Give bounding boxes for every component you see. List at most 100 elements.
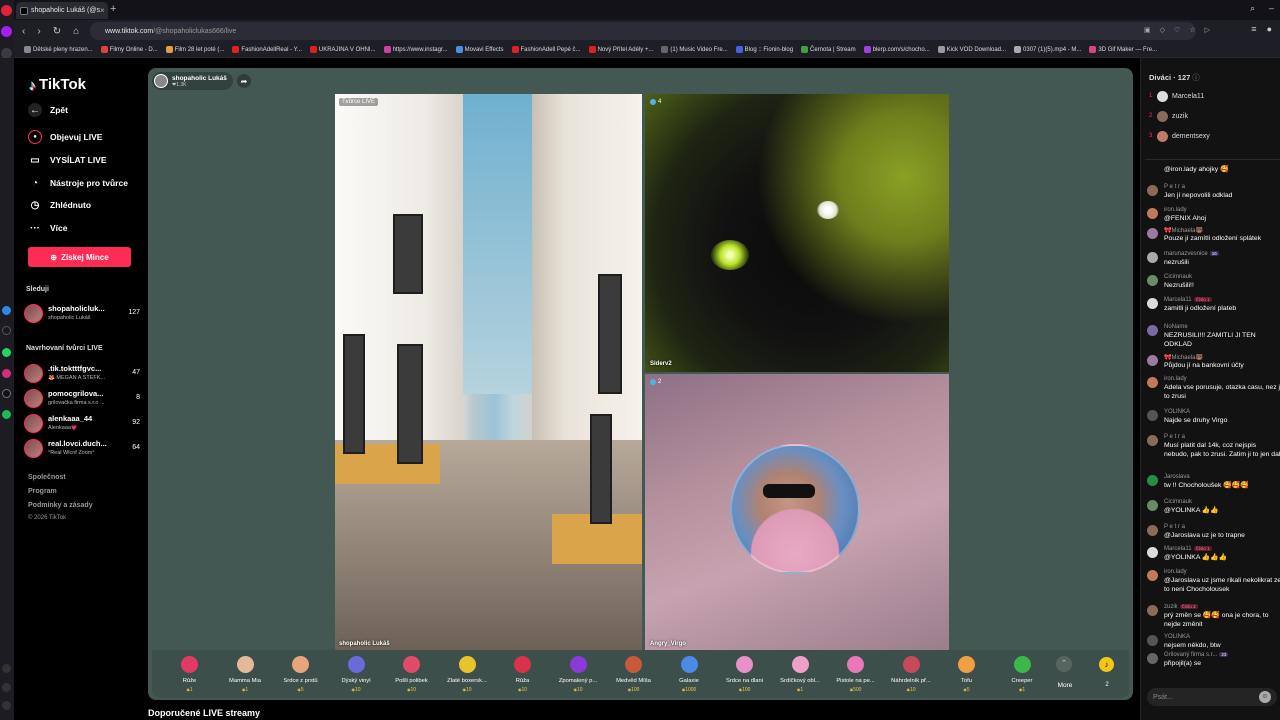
suggested-item[interactable]: .tik.toktttfgvc... 🦊 MEGAN A ŠTEFK... 47	[24, 363, 146, 385]
bookmark-item[interactable]: (1) Music Video Fre...	[661, 46, 728, 53]
bookmark-item[interactable]: Kick VOD Download...	[937, 46, 1006, 53]
minimize-icon[interactable]: –	[1269, 3, 1274, 14]
chat-username[interactable]: iron.lady	[1164, 569, 1187, 575]
coin-balance[interactable]: ♪ 2	[1092, 650, 1122, 698]
suggested-item[interactable]: alenkaaa_44 Alenkaaa💗 92	[24, 413, 146, 435]
bookmark-item[interactable]: FashionAdell Pepé č...	[511, 46, 581, 53]
chat-username[interactable]: 🎀Michaela🐻	[1164, 354, 1203, 361]
bookmark-icon[interactable]: ☆	[1189, 26, 1195, 34]
chat-username[interactable]: Grilovaný firma s.r... 23	[1164, 652, 1229, 658]
gift-item[interactable]: Medvěd Míša ◉100	[606, 650, 662, 698]
search-tabs-icon[interactable]: ⌕	[1250, 3, 1255, 14]
chat-username[interactable]: Cicimnauk	[1164, 499, 1192, 505]
sidebar-item-go-live[interactable]: ▭ VYSÍLAT LIVE	[28, 153, 106, 167]
top-viewer[interactable]: 1 Marcela11	[1149, 89, 1204, 103]
more-gifts-button[interactable]: ⌃ More	[1049, 650, 1081, 698]
back-link[interactable]: ← Zpět	[28, 103, 68, 117]
bookmark-item[interactable]: Filmy Online - D...	[100, 46, 158, 53]
chat-username[interactable]: P e t r a	[1164, 434, 1185, 440]
bookmark-item[interactable]: 0307 (1)(5).mp4 - M...	[1014, 46, 1081, 53]
gift-item[interactable]: Růže ◉1	[162, 650, 218, 698]
suggested-item[interactable]: pomocgrilova... grilovačka firma s.r.o .…	[24, 388, 146, 410]
suggested-item[interactable]: real.lovci.duch... °Real Wlcnf Zoom° 64	[24, 438, 146, 460]
new-tab-icon[interactable]: +	[110, 3, 116, 15]
back-arrow-icon[interactable]: ‹	[22, 26, 25, 37]
gift-item[interactable]: Pistole na pe... ◉500	[828, 650, 884, 698]
chat-username[interactable]: P e t r a	[1164, 524, 1185, 530]
gift-item[interactable]: Zlaté boxersk... ◉10	[440, 650, 496, 698]
gift-item[interactable]: Zpomalený p... ◉10	[551, 650, 607, 698]
play-icon[interactable]: ▷	[1205, 26, 1210, 34]
gift-item[interactable]: Mamma Mia ◉1	[218, 650, 274, 698]
tiktok-logo[interactable]: ♪ TikTok	[29, 76, 86, 93]
chat-username[interactable]: Marcela11 Číslo 1	[1164, 546, 1212, 552]
instagram-icon[interactable]	[2, 369, 11, 378]
settings-icon[interactable]	[2, 701, 11, 710]
gift-item[interactable]: Dýský vinyl ◉10	[329, 650, 385, 698]
gift-item[interactable]: Creeper ◉1	[995, 650, 1051, 698]
spotify-icon[interactable]	[2, 410, 11, 419]
chat-username[interactable]: 🎀Michaela🐻	[1164, 227, 1203, 234]
chat-username[interactable]: Jaroslava	[1164, 474, 1190, 480]
browser-tab[interactable]: shopaholic Lukáš (@s ×	[16, 2, 108, 19]
gift-item[interactable]: Náhrdelník př... ◉10	[884, 650, 940, 698]
aria-icon[interactable]	[1, 26, 12, 37]
footer-link[interactable]: Program	[28, 488, 57, 495]
whatsapp-icon[interactable]	[2, 348, 11, 357]
video-cell-guest-2[interactable]: 2 Angry_Virgo	[645, 374, 949, 650]
shield-icon[interactable]: ◇	[1160, 26, 1165, 34]
chat-input[interactable]: Psát... ☺	[1147, 688, 1277, 706]
bookmark-item[interactable]: Blog :: Fionin-blog	[735, 46, 793, 53]
sidebar-item-explore-live[interactable]: ● Objevuj LIVE	[28, 130, 102, 144]
get-coins-button[interactable]: ⊕ Získej Mince	[28, 247, 131, 267]
bookmark-item[interactable]: https://www.instagr...	[383, 46, 448, 53]
chat-username[interactable]: YOLINKA	[1164, 409, 1190, 415]
chat-username[interactable]: iron.lady	[1164, 376, 1187, 382]
host-info[interactable]: shopaholic Lukáš ❤1.3K	[152, 72, 233, 90]
heart-icon[interactable]: ♡	[1174, 26, 1180, 34]
heart-side-icon[interactable]	[2, 664, 11, 673]
avatar[interactable]: ●	[1267, 24, 1272, 34]
reload-icon[interactable]: ↻	[53, 26, 61, 37]
gift-item[interactable]: Tofu ◉5	[939, 650, 995, 698]
bookmark-item[interactable]: Nový Přítel Adély +...	[588, 46, 653, 53]
history-icon[interactable]	[2, 683, 11, 692]
bookmark-item[interactable]: UKRAJINA V OHNI...	[309, 46, 376, 53]
bookmark-item[interactable]: 3D Gif Maker — Fre...	[1089, 46, 1157, 53]
tiktok-side-icon[interactable]	[2, 326, 11, 335]
following-item[interactable]: shopaholicluk... shopaholic Lukáš 127	[24, 303, 146, 325]
home-icon[interactable]: ⌂	[73, 26, 79, 37]
chat-username[interactable]: iron.lady	[1164, 207, 1187, 213]
footer-link[interactable]: Společnost	[28, 474, 66, 481]
sidebar-item-watched[interactable]: ◷ Zhlédnuto	[28, 198, 91, 212]
chat-username[interactable]: zuzik Číslo 2	[1164, 604, 1198, 610]
top-viewer[interactable]: 2 zuzik	[1149, 109, 1188, 123]
video-cell-guest-1[interactable]: 4 Siderv2	[645, 94, 949, 372]
sidebar-item-creator-tools[interactable]: ◔ Nástroje pro tvůrce	[28, 176, 128, 190]
opera-logo-icon[interactable]	[1, 5, 12, 16]
forward-arrow-icon[interactable]: ›	[37, 26, 40, 37]
chat-username[interactable]: YOLINKA	[1164, 634, 1190, 640]
bookmark-item[interactable]: Film 28 let poté (...	[165, 46, 224, 53]
tiktok-side-icon-2[interactable]	[2, 389, 11, 398]
camera-icon[interactable]: ▣	[1144, 26, 1151, 34]
chat-username[interactable]: NoName	[1164, 324, 1188, 330]
info-icon[interactable]: ⓘ	[1192, 73, 1200, 82]
address-bar[interactable]: www.tiktok.com/@shopaholiclukas666/live	[90, 22, 1196, 40]
gift-item[interactable]: Růža ◉10	[495, 650, 551, 698]
chat-username[interactable]: marunazvesnice 16	[1164, 251, 1219, 257]
share-icon[interactable]: ➦	[237, 74, 251, 88]
bookmark-item[interactable]: blerp.com/s/chocho...	[863, 46, 930, 53]
gift-item[interactable]: Galaxie ◉1000	[662, 650, 718, 698]
bookmark-item[interactable]: Movavi Effects	[455, 46, 504, 53]
chat-username[interactable]: Cicimnauk	[1164, 274, 1192, 280]
video-cell-host[interactable]: Tvůrce LIVE shopaholic Lukáš	[335, 94, 642, 650]
top-viewer[interactable]: 3 dementsexy	[1149, 129, 1210, 143]
bookmark-item[interactable]: Dětské pleny hrazen...	[24, 46, 93, 53]
gift-item[interactable]: Pošli polibek ◉10	[384, 650, 440, 698]
chat-username[interactable]: P e t r a	[1164, 184, 1185, 190]
gift-item[interactable]: Srdce na dlani ◉100	[717, 650, 773, 698]
sidebar-item-more[interactable]: ··· Více	[28, 221, 68, 235]
close-tab-icon[interactable]: ×	[100, 6, 105, 15]
menu-icon[interactable]: ≡	[1251, 24, 1256, 34]
